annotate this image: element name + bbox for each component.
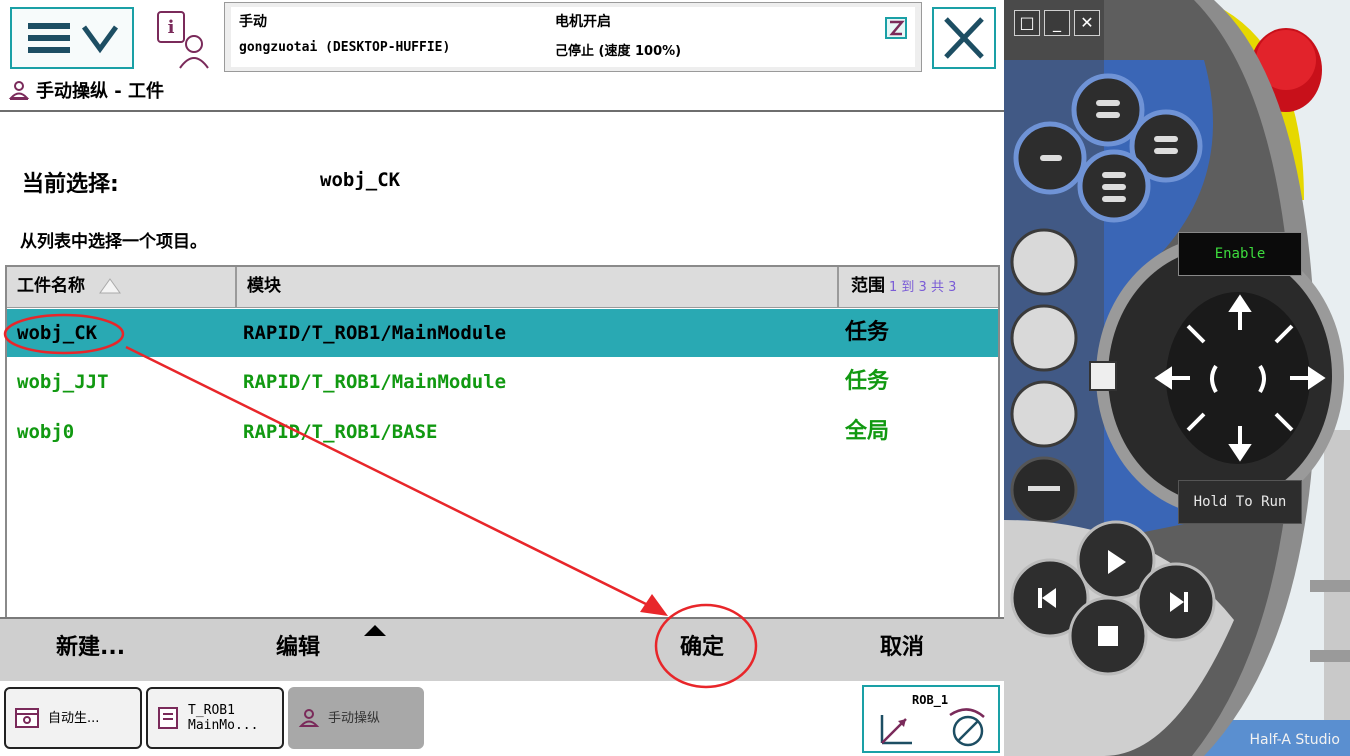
close-icon (944, 17, 984, 59)
hold-to-run-button[interactable]: Hold To Run (1178, 480, 1302, 524)
row-module: RAPID/T_ROB1/MainModule (243, 371, 507, 393)
station-name: gongzuotai (DESKTOP-HUFFIE) (239, 40, 451, 55)
column-header-module[interactable]: 模块 (237, 267, 839, 307)
ok-button[interactable]: 确定 (680, 619, 724, 681)
restore-icon[interactable]: □ (1014, 10, 1040, 36)
row-name: wobj0 (17, 421, 75, 443)
task-auto-production[interactable]: 自动生... (4, 687, 142, 749)
cancel-button[interactable]: 取消 (880, 619, 924, 681)
event-log-button[interactable]: i (150, 8, 218, 72)
sort-ascending-icon (98, 278, 121, 294)
task-label: 手动操纵 (328, 710, 381, 726)
current-selection-label: 当前选择: (22, 172, 119, 197)
instruction-text: 从列表中选择一个项目。 (20, 232, 207, 252)
current-selection-value: wobj_CK (320, 169, 401, 191)
column-header-scope[interactable]: 范围 1 到 3 共 3 (839, 267, 1000, 307)
column-module-label: 模块 (247, 276, 281, 296)
svg-text:i: i (168, 17, 175, 38)
speed-status-icon (885, 17, 907, 39)
task-label: 自动生... (48, 710, 100, 726)
program-state: 己停止 (速度 100%) (555, 44, 682, 59)
column-scope-label: 范围 (851, 276, 885, 296)
watermark: Half-A Studio (1249, 732, 1340, 748)
close-icon[interactable]: ✕ (1074, 10, 1100, 36)
column-header-name[interactable]: 工件名称 (7, 267, 237, 307)
edit-menu-caret-icon (364, 625, 386, 636)
jog-user-icon (8, 81, 30, 100)
workobject-table: 工件名称 模块 范围 1 到 3 共 3 wobj_CK RAPID/T_ROB1… (5, 265, 1000, 618)
close-button[interactable] (932, 7, 996, 69)
table-row[interactable]: wobj0 RAPID/T_ROB1/BASE 全局 (7, 408, 998, 456)
flexpendant-screen: i 手动 gongzuotai (DESKTOP-HUFFIE) 电机开启 己停… (0, 0, 1004, 756)
table-header: 工件名称 模块 范围 1 到 3 共 3 (7, 267, 998, 308)
minimize-icon[interactable]: _ (1044, 10, 1070, 36)
enable-button[interactable]: Enable (1178, 232, 1302, 276)
breadcrumb: 手动操纵 - 工件 (8, 77, 164, 103)
range-info: 1 到 3 共 3 (889, 280, 957, 295)
pendant-hardware: □ _ ✕ Enable Hold To Run Half-A Studio (1004, 0, 1350, 756)
window-buttons: □ _ ✕ (1014, 10, 1100, 36)
production-window-icon (15, 708, 39, 728)
operating-mode: 手动 (239, 14, 267, 30)
table-row[interactable]: wobj_JJT RAPID/T_ROB1/MainModule 任务 (7, 358, 998, 406)
pendant-body (1004, 0, 1350, 756)
row-module: RAPID/T_ROB1/BASE (243, 421, 438, 443)
page-title: 手动操纵 - 工件 (36, 81, 165, 102)
program-editor-icon (158, 707, 178, 729)
table-row[interactable]: wobj_CK RAPID/T_ROB1/MainModule 任务 (7, 309, 998, 357)
main-menu-button[interactable] (10, 7, 134, 69)
divider (0, 110, 1004, 112)
taskbar: 自动生... T_ROB1 MainMo... 手动操纵 ROB_1 (0, 681, 1004, 756)
motor-state: 电机开启 (555, 14, 611, 30)
menu-icon (28, 23, 119, 54)
row-module: RAPID/T_ROB1/MainModule (243, 322, 507, 344)
new-button[interactable]: 新建... (56, 619, 125, 681)
task-jogging[interactable]: 手动操纵 (288, 687, 424, 749)
column-name-label: 工件名称 (17, 276, 85, 296)
task-program-editor[interactable]: T_ROB1 MainMo... (146, 687, 284, 749)
jog-user-icon (298, 709, 320, 727)
edit-button[interactable]: 编辑 (276, 619, 320, 681)
command-bar: 新建... 编辑 确定 取消 (0, 617, 1004, 681)
row-name: wobj_CK (17, 322, 98, 344)
status-panel[interactable]: 手动 gongzuotai (DESKTOP-HUFFIE) 电机开启 己停止 … (224, 2, 922, 72)
row-scope: 全局 (845, 419, 890, 444)
mechanical-unit-label: ROB_1 (912, 693, 949, 707)
task-label: T_ROB1 MainMo... (188, 703, 259, 733)
row-scope: 任务 (845, 369, 890, 394)
status-inner: 手动 gongzuotai (DESKTOP-HUFFIE) 电机开启 己停止 … (231, 7, 915, 67)
row-name: wobj_JJT (17, 371, 109, 393)
row-scope: 任务 (845, 320, 890, 345)
quickset-button[interactable]: ROB_1 (862, 685, 1000, 753)
info-user-icon: i (157, 11, 209, 69)
